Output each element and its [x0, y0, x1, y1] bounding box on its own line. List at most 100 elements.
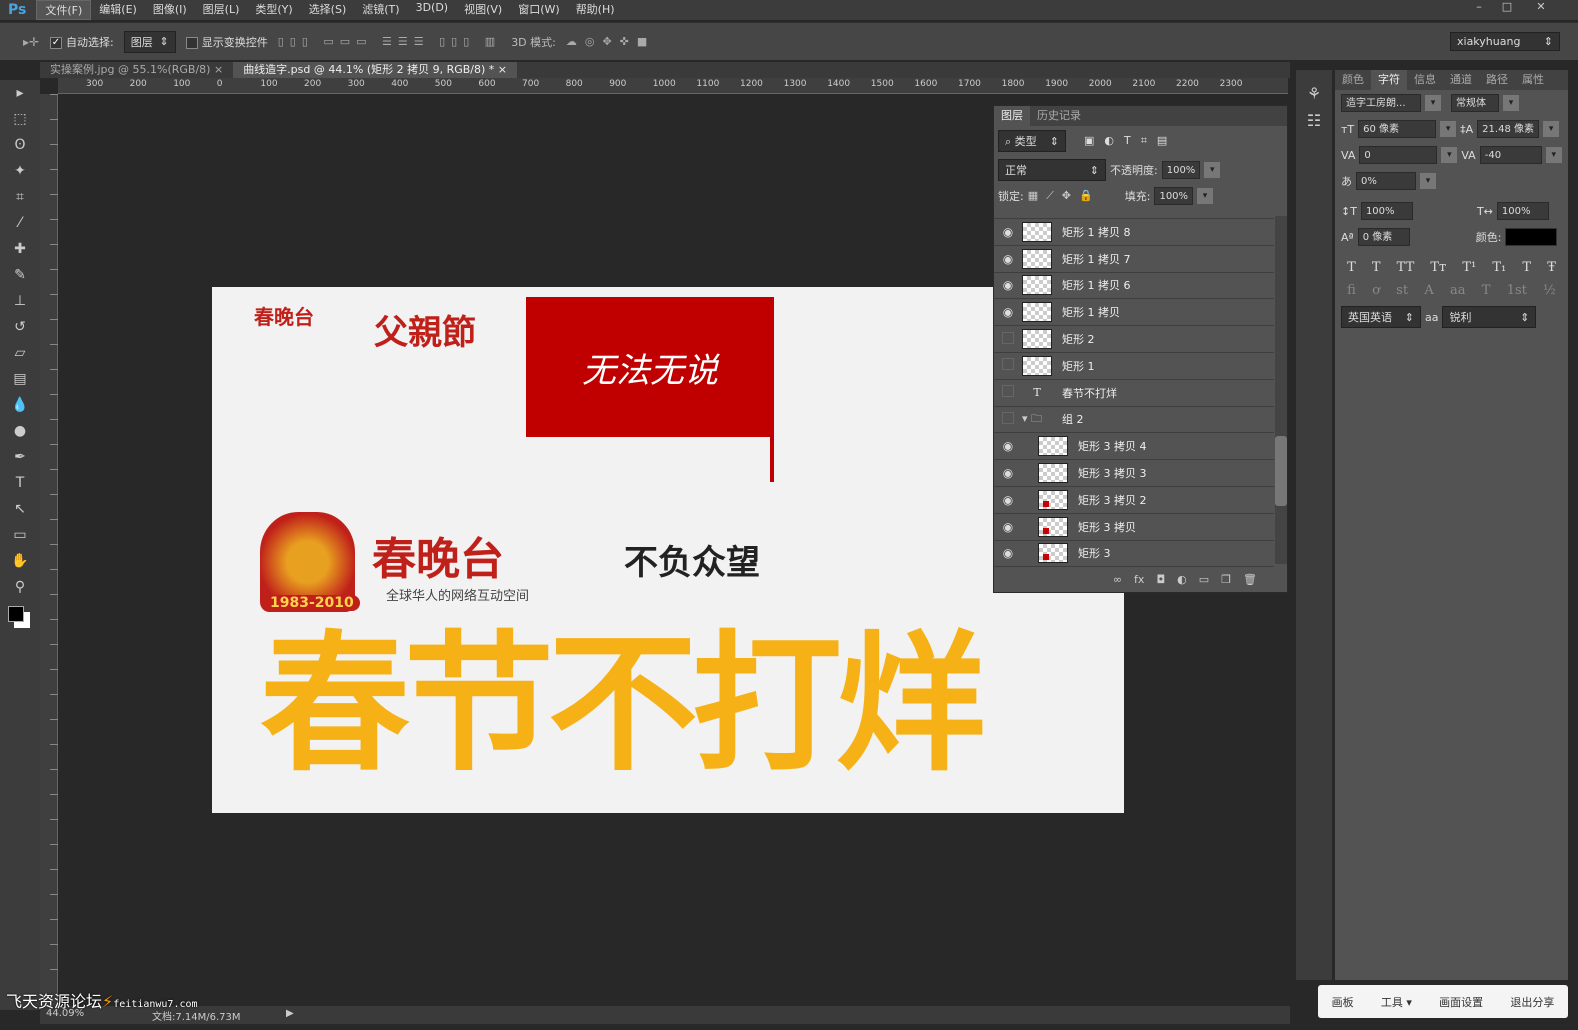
- text-style-button[interactable]: T₁: [1492, 260, 1506, 275]
- menu-item[interactable]: 帮助(H): [568, 0, 623, 20]
- type-tool-icon[interactable]: T: [0, 470, 40, 496]
- menu-item[interactable]: 图像(I): [145, 0, 195, 20]
- menu-item[interactable]: 类型(Y): [247, 0, 300, 20]
- opentype-button[interactable]: A: [1424, 283, 1433, 298]
- gradient-tool-icon[interactable]: ▤: [0, 366, 40, 392]
- adjust-panel-icon[interactable]: ☷: [1296, 111, 1332, 130]
- brush-tool-icon[interactable]: ✎: [0, 262, 40, 288]
- opentype-button[interactable]: fi: [1347, 283, 1356, 298]
- menu-item[interactable]: 视图(V): [456, 0, 510, 20]
- opentype-button[interactable]: ơ: [1372, 283, 1380, 298]
- brush-panel-icon[interactable]: ⚘: [1296, 84, 1332, 103]
- shape-tool-icon[interactable]: ▭: [0, 522, 40, 548]
- visibility-icon[interactable]: ◉: [994, 305, 1022, 319]
- maximize-button[interactable]: □: [1494, 0, 1520, 16]
- tab-document-2[interactable]: 曲线造字.psd @ 44.1% (矩形 2 拷贝 9, RGB/8) * ×: [233, 62, 518, 78]
- tab-close-icon[interactable]: ×: [214, 63, 223, 76]
- visibility-icon[interactable]: ◉: [994, 252, 1022, 266]
- add-mask-icon[interactable]: ◘: [1156, 573, 1165, 586]
- horizontal-scale-input[interactable]: 100%: [1496, 202, 1549, 220]
- opentype-button[interactable]: ½: [1543, 283, 1556, 298]
- 3d-mode-icons[interactable]: ☁◎✥✜■: [566, 35, 655, 48]
- visibility-icon[interactable]: [994, 385, 1022, 400]
- opentype-button[interactable]: T: [1482, 283, 1491, 298]
- layer-row[interactable]: ◉ 矩形 1 拷贝: [994, 299, 1274, 327]
- eraser-tool-icon[interactable]: ▱: [0, 340, 40, 366]
- share-bar-button[interactable]: 画板: [1332, 994, 1354, 1010]
- hand-tool-icon[interactable]: ✋: [0, 548, 40, 574]
- visibility-icon[interactable]: [994, 332, 1022, 347]
- visibility-icon[interactable]: ◉: [994, 493, 1022, 507]
- tsume-dropdown[interactable]: ▾: [1420, 173, 1436, 189]
- tab-4[interactable]: 路径: [1479, 70, 1515, 90]
- auto-select-dropdown[interactable]: 图层 ⇕: [123, 30, 176, 53]
- opentype-button[interactable]: st: [1396, 283, 1408, 298]
- opentype-button[interactable]: aa: [1450, 283, 1466, 298]
- text-style-button[interactable]: Tт: [1430, 260, 1446, 275]
- eyedropper-tool-icon[interactable]: ⁄: [0, 210, 40, 236]
- fill-input[interactable]: 100%: [1154, 187, 1194, 205]
- delete-layer-icon[interactable]: 🗑: [1243, 573, 1257, 586]
- magic-wand-tool-icon[interactable]: ✦: [0, 158, 40, 184]
- tab-0[interactable]: 颜色: [1335, 70, 1371, 90]
- menu-item[interactable]: 图层(L): [195, 0, 248, 20]
- menu-item[interactable]: 滤镜(T): [354, 0, 407, 20]
- kerning-input[interactable]: 0: [1359, 146, 1438, 164]
- layer-row[interactable]: ◉ 矩形 1 拷贝 6: [994, 273, 1274, 300]
- close-window-button[interactable]: ✕: [1528, 0, 1554, 16]
- new-layer-icon[interactable]: ❐: [1221, 573, 1231, 586]
- tab-history[interactable]: 历史记录: [1030, 106, 1088, 126]
- font-style-input[interactable]: 常规体: [1451, 94, 1499, 112]
- vertical-scale-input[interactable]: 100%: [1360, 202, 1413, 220]
- tab-close-icon[interactable]: ×: [498, 63, 507, 76]
- opacity-dropdown[interactable]: ▾: [1204, 162, 1221, 178]
- path-select-tool-icon[interactable]: ↖: [0, 496, 40, 522]
- vertical-ruler[interactable]: [40, 94, 58, 1006]
- marquee-tool-icon[interactable]: ⬚: [0, 106, 40, 132]
- menu-item[interactable]: 选择(S): [301, 0, 355, 20]
- document-canvas[interactable]: 春晚台 父親節 无法无说 1983-2010 春晚台 全球华人的网络互动空间 不…: [212, 287, 1124, 813]
- menu-item[interactable]: 窗口(W): [510, 0, 567, 20]
- history-brush-tool-icon[interactable]: ↺: [0, 314, 40, 340]
- visibility-icon[interactable]: [994, 412, 1022, 427]
- filter-icons[interactable]: ▣◐T⌗▤: [1084, 134, 1177, 148]
- text-style-button[interactable]: TT: [1397, 260, 1415, 275]
- kerning-dropdown[interactable]: ▾: [1441, 147, 1458, 163]
- foreground-color-swatch[interactable]: [8, 606, 24, 622]
- tab-2[interactable]: 信息: [1407, 70, 1443, 90]
- share-bar-button[interactable]: 画面设置: [1439, 994, 1483, 1010]
- tab-layers[interactable]: 图层: [994, 106, 1030, 126]
- font-style-dropdown[interactable]: ▾: [1503, 95, 1519, 111]
- tsume-input[interactable]: 0%: [1356, 172, 1416, 190]
- font-size-input[interactable]: 60 像素: [1358, 120, 1437, 138]
- leading-input[interactable]: 21.48 像素: [1477, 120, 1540, 138]
- status-menu-arrow-icon[interactable]: ▶: [286, 1008, 294, 1019]
- share-bar-button[interactable]: 工具 ▾: [1381, 994, 1412, 1010]
- layer-row[interactable]: ◉ 矩形 3 拷贝 3: [994, 460, 1274, 487]
- layer-row[interactable]: T 春节不打烊: [994, 380, 1274, 407]
- adjustment-icon[interactable]: ◐: [1177, 573, 1187, 586]
- show-transform-checkbox[interactable]: 显示变换控件: [185, 34, 268, 50]
- layer-row[interactable]: ◉ 矩形 3: [994, 541, 1274, 568]
- font-family-dropdown[interactable]: ▾: [1425, 95, 1441, 111]
- antialias-dropdown[interactable]: 锐利 ⇕: [1442, 306, 1537, 328]
- visibility-icon[interactable]: ◉: [994, 225, 1022, 239]
- workspace-dropdown[interactable]: xiakyhuang ⇕: [1450, 32, 1560, 51]
- move-tool-icon[interactable]: ▸✛: [22, 35, 40, 49]
- leading-dropdown[interactable]: ▾: [1543, 121, 1560, 137]
- lock-icons[interactable]: ▦⟋✥🔒: [1028, 189, 1101, 203]
- dodge-tool-icon[interactable]: ●: [0, 418, 40, 444]
- fill-dropdown[interactable]: ▾: [1197, 188, 1214, 204]
- font-family-input[interactable]: 造字工房朗...: [1341, 94, 1421, 112]
- zoom-tool-icon[interactable]: ⚲: [0, 574, 40, 600]
- layer-row[interactable]: ▾ 🗀 组 2: [994, 407, 1274, 434]
- visibility-icon[interactable]: ◉: [994, 520, 1022, 534]
- link-layers-icon[interactable]: ∞: [1113, 573, 1122, 586]
- auto-select-checkbox[interactable]: ✓ 自动选择:: [50, 34, 114, 50]
- visibility-icon[interactable]: ◉: [994, 278, 1022, 292]
- layer-row[interactable]: ◉ 矩形 3 拷贝 4: [994, 433, 1274, 461]
- blend-mode-dropdown[interactable]: 正常 ⇕: [998, 159, 1106, 181]
- stamp-tool-icon[interactable]: ⊥: [0, 288, 40, 314]
- text-color-swatch[interactable]: [1505, 228, 1558, 246]
- tab-3[interactable]: 通道: [1443, 70, 1479, 90]
